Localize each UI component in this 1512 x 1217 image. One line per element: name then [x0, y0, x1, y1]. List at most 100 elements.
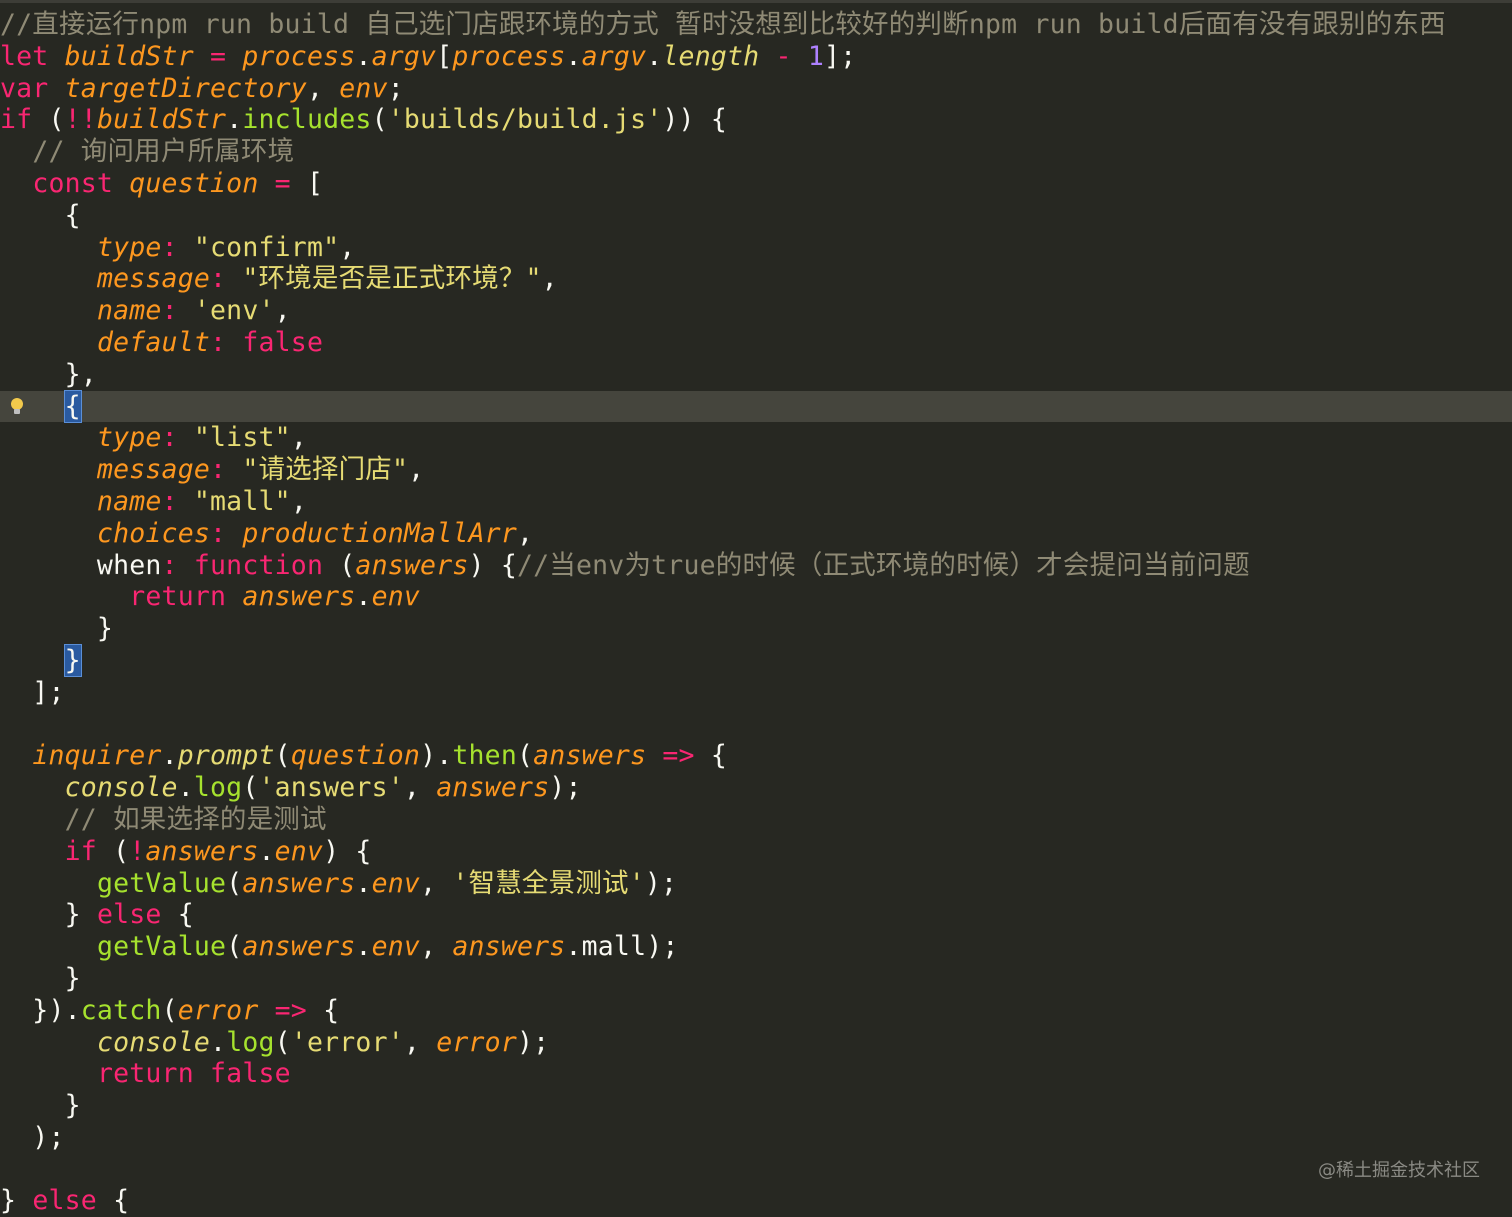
code-token: "环境是否是正式环境？" [242, 263, 542, 295]
code-line[interactable]: } [0, 643, 1512, 677]
code-line[interactable]: inquirer.prompt(question).then(answers =… [0, 740, 1512, 772]
code-line[interactable]: when: function (answers) {//当env为true的时候… [0, 550, 1512, 582]
code-token: length [662, 40, 760, 72]
code-line[interactable]: ]; [0, 677, 1512, 709]
code-token: message [96, 454, 211, 486]
code-line[interactable]: { [0, 389, 1512, 423]
code-line[interactable]: if (!!buildStr.includes('builds/build.js… [0, 104, 1512, 136]
code-token: : [161, 422, 178, 454]
code-line[interactable]: message: "环境是否是正式环境？", [0, 263, 1512, 295]
code-line[interactable]: //直接运行npm run build 自己选门店跟环境的方式 暂时没想到比较好… [0, 9, 1512, 41]
code-token: type [96, 422, 162, 454]
code-line[interactable]: type: "confirm", [0, 232, 1512, 264]
code-line[interactable]: default: false [0, 327, 1512, 359]
code-line[interactable]: name: "mall", [0, 486, 1512, 518]
code-token: = [210, 40, 227, 72]
code-token: ( [226, 931, 243, 963]
code-token: , [420, 867, 453, 899]
code-line[interactable]: var targetDirectory, env; [0, 73, 1512, 105]
code-token: log [226, 1026, 275, 1058]
code-token: ( [274, 740, 291, 772]
code-line[interactable]: ); [0, 1122, 1512, 1154]
code-line[interactable]: type: "list", [0, 422, 1512, 454]
code-line[interactable]: const question = [ [0, 168, 1512, 200]
code-token: false [242, 326, 324, 358]
code-token: [ [290, 167, 324, 199]
code-line[interactable]: // 询问用户所属环境 [0, 136, 1512, 168]
code-token: => [662, 740, 695, 772]
code-token: , [420, 931, 453, 963]
code-token: => [274, 994, 307, 1026]
code-token: . [210, 1026, 227, 1058]
code-token: answers [452, 931, 566, 963]
code-token: answers [436, 772, 550, 804]
code-token: , [290, 485, 307, 517]
code-line[interactable]: { [0, 200, 1512, 232]
code-line[interactable]: }).catch(error => { [0, 995, 1512, 1027]
code-token: "请选择门店" [242, 454, 409, 486]
code-token: env [371, 581, 421, 613]
code-token: else [32, 1185, 97, 1217]
code-token: { [96, 1185, 130, 1217]
code-token: env [371, 867, 421, 899]
code-line[interactable]: } else { [0, 899, 1512, 931]
code-line[interactable]: return false [0, 1058, 1512, 1090]
code-line[interactable]: } [0, 613, 1512, 645]
code-token: ( [161, 994, 178, 1026]
code-token: getValue [96, 931, 227, 963]
code-token: ); [0, 1121, 65, 1153]
code-token: } [0, 899, 97, 931]
code-token: else [96, 899, 162, 931]
code-line[interactable]: }, [0, 359, 1512, 391]
code-line[interactable] [0, 1154, 1512, 1186]
code-token: //当env为true的时候（正式环境的时候）才会提问当前问题 [516, 549, 1250, 581]
code-token: } [0, 1090, 81, 1122]
code-line[interactable]: } else { [0, 1185, 1512, 1217]
code-token: console [64, 772, 178, 804]
code-line[interactable]: choices: productionMallArr, [0, 518, 1512, 550]
code-token: ! [129, 835, 146, 867]
code-line[interactable]: console.log('answers', answers); [0, 772, 1512, 804]
code-token: : [161, 485, 178, 517]
code-token: answers [242, 931, 356, 963]
code-line[interactable]: // 如果选择的是测试 [0, 804, 1512, 836]
code-token: : [210, 263, 227, 295]
code-token: . [355, 867, 372, 899]
code-line[interactable]: name: 'env', [0, 295, 1512, 327]
code-line[interactable]: let buildStr = process.argv[process.argv… [0, 41, 1512, 73]
code-line[interactable]: } [0, 1090, 1512, 1122]
code-line[interactable]: if (!answers.env) { [0, 836, 1512, 868]
lightbulb-icon[interactable] [9, 397, 25, 417]
code-line[interactable]: console.log('error', error); [0, 1027, 1512, 1059]
code-token: : [161, 295, 178, 327]
code-token: 'env' [193, 295, 275, 327]
code-line[interactable]: return answers.env [0, 581, 1512, 613]
code-line[interactable]: message: "请选择门店", [0, 454, 1512, 486]
code-token: , [339, 231, 356, 263]
code-token: answers [355, 549, 469, 581]
code-line[interactable]: } [0, 963, 1512, 995]
code-token: . [565, 40, 582, 72]
code-token: , [403, 772, 437, 804]
code-token: answers [145, 835, 259, 867]
code-token: return [129, 581, 243, 613]
code-token: process [242, 40, 356, 72]
code-token: choices [96, 517, 211, 549]
code-line[interactable]: getValue(answers.env, '智慧全景测试'); [0, 868, 1512, 900]
code-editor[interactable]: //直接运行npm run build 自己选门店跟环境的方式 暂时没想到比较好… [0, 9, 1512, 1217]
code-line[interactable] [0, 709, 1512, 741]
code-token: : [210, 326, 227, 358]
code-line[interactable]: getValue(answers.env, answers.mall); [0, 931, 1512, 963]
code-token: )) { [662, 104, 727, 136]
